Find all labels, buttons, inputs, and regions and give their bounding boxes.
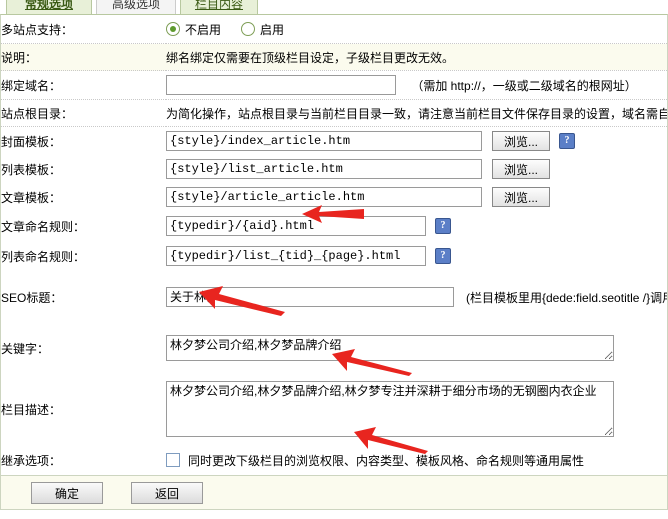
label-article-rule: 文章命名规则： (1, 219, 86, 234)
radio-multisite-enabled[interactable] (241, 22, 256, 36)
keywords-textarea[interactable]: 林夕梦公司介绍,林夕梦品牌介绍 (166, 335, 614, 361)
row-bind-domain: 绑定域名： （需加 http://，一级或二级域名的根网址） (1, 70, 667, 100)
row-list-template: 列表模板： 浏览... (1, 155, 667, 183)
label-article-template: 文章模板： (1, 190, 62, 205)
tab-advanced[interactable]: 高级选项 (96, 0, 176, 14)
field-description: 林夕梦公司介绍,林夕梦品牌介绍,林夕梦专注并深耕于细分市场的无钢圈内衣企业 (166, 373, 667, 445)
row-article-rule: 文章命名规则： ? (1, 211, 667, 241)
label-site-root: 站点根目录： (1, 99, 166, 127)
index-template-input[interactable] (166, 131, 482, 151)
label-seo-title: SEO标题： (1, 290, 63, 305)
field-seo-title: (栏目模板里用{dede:field.seotitle /}调用 (166, 271, 667, 323)
description-textarea[interactable]: 林夕梦公司介绍,林夕梦品牌介绍,林夕梦专注并深耕于细分市场的无钢圈内衣企业 (166, 381, 614, 437)
label-keywords: 关键字： (1, 341, 50, 356)
list-template-input[interactable] (166, 159, 482, 179)
radio-multisite-disabled[interactable] (166, 22, 180, 36)
list-template-browse-button[interactable]: 浏览... (492, 159, 550, 179)
form-footer: 确定 返回 (0, 476, 668, 510)
field-multisite: 不启用 启用 (166, 15, 667, 44)
row-multisite: 多站点支持： 不启用 启用 (1, 15, 667, 44)
field-keywords: 林夕梦公司介绍,林夕梦品牌介绍 (166, 323, 667, 373)
field-index-template: 浏览...? (166, 127, 667, 156)
tab-column-content-label: 栏目内容 (194, 0, 243, 11)
article-template-input[interactable] (166, 187, 482, 207)
radio-multisite-enabled-label[interactable]: 启用 (260, 23, 284, 37)
text-site-root: 为简化操作，站点根目录与当前栏目目录一致，请注意当前栏目文件保存目录的设置，域名… (166, 99, 667, 127)
text-explanation: 绑名绑定仅需要在顶级栏目设定，子级栏目更改无效。 (166, 43, 667, 71)
tab-general-label: 常规选项 (24, 0, 73, 11)
row-description: 栏目描述： 林夕梦公司介绍,林夕梦品牌介绍,林夕梦专注并深耕于细分市场的无钢圈内… (1, 373, 667, 445)
row-seo-title: SEO标题： (栏目模板里用{dede:field.seotitle /}调用 (1, 271, 667, 323)
list-rule-help-icon[interactable]: ? (435, 248, 451, 264)
row-explanation: 说明： 绑名绑定仅需要在顶级栏目设定，子级栏目更改无效。 (1, 43, 667, 71)
row-keywords: 关键字： 林夕梦公司介绍,林夕梦品牌介绍 (1, 323, 667, 373)
back-button[interactable]: 返回 (131, 482, 203, 504)
inherit-checkbox[interactable] (166, 453, 180, 467)
bind-domain-input[interactable] (166, 75, 396, 95)
tab-column-content[interactable]: 栏目内容 (180, 0, 258, 14)
tab-advanced-label: 高级选项 (111, 0, 160, 11)
settings-form: 多站点支持： 不启用 启用 说明： 绑名绑定仅需要在顶级栏目设定，子级栏目更改无效… (1, 15, 667, 475)
label-list-rule: 列表命名规则： (1, 249, 86, 264)
tab-strip: 常规选项 高级选项 栏目内容 (0, 0, 668, 14)
confirm-button[interactable]: 确定 (31, 482, 103, 504)
label-list-template: 列表模板： (1, 162, 62, 177)
tab-general[interactable]: 常规选项 (6, 0, 92, 14)
row-site-root: 站点根目录： 为简化操作，站点根目录与当前栏目目录一致，请注意当前栏目文件保存目… (1, 99, 667, 127)
field-bind-domain: （需加 http://，一级或二级域名的根网址） (166, 70, 667, 100)
row-inherit: 继承选项： 同时更改下级栏目的浏览权限、内容类型、模板风格、命名规则等通用属性 (1, 445, 667, 475)
article-rule-help-icon[interactable]: ? (435, 218, 451, 234)
seo-title-input[interactable] (166, 287, 454, 307)
field-article-template: 浏览... (166, 183, 667, 211)
seo-title-note: (栏目模板里用{dede:field.seotitle /}调用 (466, 290, 667, 305)
field-list-rule: ? (166, 241, 667, 271)
field-inherit: 同时更改下级栏目的浏览权限、内容类型、模板风格、命名规则等通用属性 (166, 445, 667, 475)
article-template-browse-button[interactable]: 浏览... (492, 187, 550, 207)
field-article-rule: ? (166, 211, 667, 241)
bind-domain-note: （需加 http://，一级或二级域名的根网址） (411, 78, 637, 93)
label-inherit: 继承选项： (1, 453, 62, 468)
index-template-browse-button[interactable]: 浏览... (492, 131, 550, 151)
article-rule-input[interactable] (166, 216, 426, 236)
index-template-help-icon[interactable]: ? (559, 133, 575, 149)
label-description: 栏目描述： (1, 402, 62, 417)
list-rule-input[interactable] (166, 246, 426, 266)
label-bind-domain: 绑定域名： (1, 70, 166, 100)
label-explanation: 说明： (1, 43, 166, 71)
label-multisite: 多站点支持： (1, 15, 166, 44)
row-index-template: 封面模板： 浏览...? (1, 127, 667, 156)
settings-panel: 多站点支持： 不启用 启用 说明： 绑名绑定仅需要在顶级栏目设定，子级栏目更改无效… (0, 14, 668, 476)
radio-multisite-disabled-label[interactable]: 不启用 (185, 23, 221, 37)
inherit-checkbox-label[interactable]: 同时更改下级栏目的浏览权限、内容类型、模板风格、命名规则等通用属性 (188, 454, 584, 468)
field-list-template: 浏览... (166, 155, 667, 183)
row-list-rule: 列表命名规则： ? (1, 241, 667, 271)
label-index-template: 封面模板： (1, 134, 62, 149)
row-article-template: 文章模板： 浏览... (1, 183, 667, 211)
